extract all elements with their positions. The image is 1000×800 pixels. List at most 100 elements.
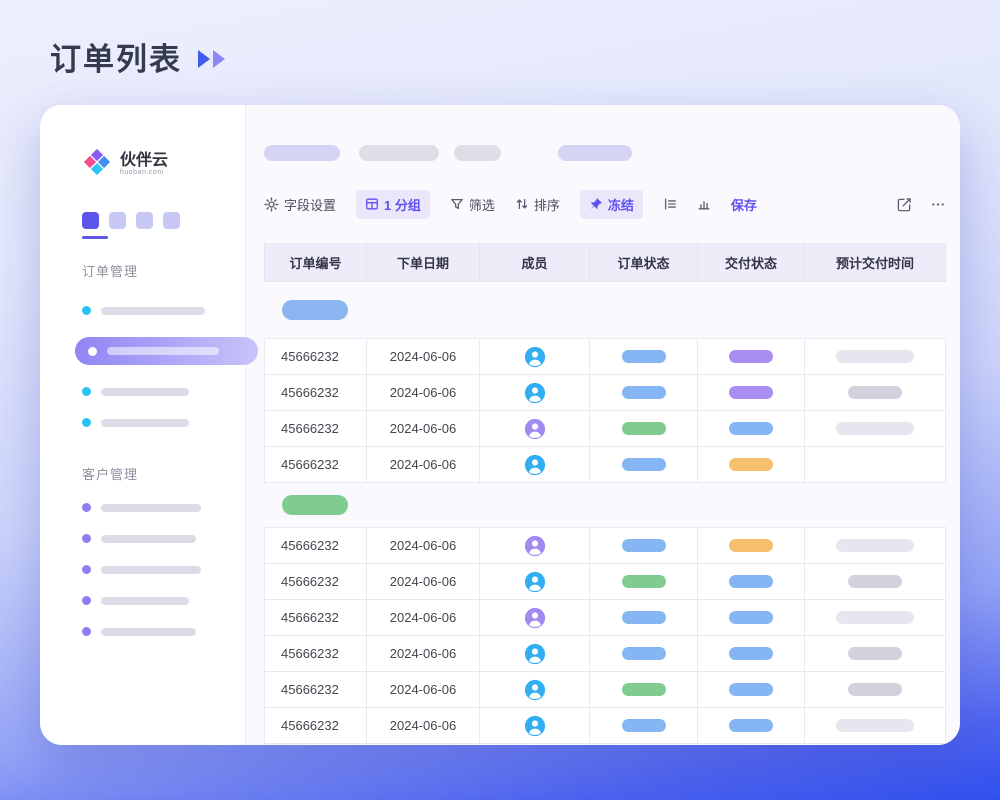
eta-pill — [836, 422, 914, 435]
column-header: 订单状态 — [590, 243, 698, 281]
more-button[interactable] — [930, 197, 946, 212]
table-row[interactable]: 456662322024-06-06 — [264, 600, 946, 636]
order-no-cell: 45666232 — [265, 528, 367, 563]
delivery-status-cell — [698, 447, 805, 482]
group-button[interactable]: 1 分组 — [356, 190, 430, 219]
filter-button[interactable]: 筛选 — [450, 195, 495, 214]
table-row[interactable]: 456662322024-06-06 — [264, 708, 946, 744]
row-height-button[interactable] — [663, 197, 677, 211]
member-cell — [480, 447, 590, 482]
delivery-status-pill — [729, 683, 773, 696]
sidebar-tab-1[interactable] — [82, 212, 99, 229]
order-status-pill — [622, 719, 666, 732]
member-avatar-icon — [524, 607, 546, 629]
delivery-status-pill — [729, 458, 773, 471]
table-row[interactable]: 456662322024-06-06 — [264, 564, 946, 600]
order-status-pill — [622, 611, 666, 624]
sort-button[interactable]: 排序 — [515, 195, 560, 214]
member-cell — [480, 411, 590, 446]
pin-icon — [589, 197, 603, 211]
table-header-row: 订单编号下单日期成员订单状态交付状态预计交付时间 — [264, 243, 946, 282]
app-window: 伙伴云 huoban.com 订单管理客户管理 字段设置 1 分组 筛选 排序 冻结 保存… — [40, 105, 960, 745]
eta-pill — [836, 539, 914, 552]
sidebar-section: 客户管理 — [82, 464, 245, 636]
toolbar-label: 冻结 — [608, 195, 634, 214]
bullet-dot — [82, 627, 91, 636]
rows-icon — [663, 197, 677, 211]
edit-button[interactable] — [897, 197, 912, 212]
date-cell: 2024-06-06 — [367, 339, 480, 374]
delivery-status-cell — [698, 564, 805, 599]
sort-icon — [515, 197, 529, 211]
sidebar-tab-3[interactable] — [136, 212, 153, 229]
order-status-cell — [590, 339, 698, 374]
order-no-cell: 45666232 — [265, 411, 367, 446]
table-row[interactable]: 456662322024-06-06 — [264, 528, 946, 564]
member-avatar-icon — [524, 571, 546, 593]
member-avatar-icon — [524, 382, 546, 404]
main-panel: 字段设置 1 分组 筛选 排序 冻结 保存 订单编号下单日期成员订单状态交付状态预计交付时… — [246, 105, 960, 745]
order-status-pill — [622, 575, 666, 588]
logo-icon — [82, 147, 112, 182]
sidebar-item[interactable] — [82, 387, 245, 396]
sidebar-item[interactable] — [82, 306, 245, 315]
table-row[interactable]: 456662322024-06-06 — [264, 672, 946, 708]
fast-forward-icon — [196, 48, 230, 70]
delivery-status-cell — [698, 528, 805, 563]
sidebar-sections: 订单管理客户管理 — [82, 261, 245, 636]
table-row[interactable]: 456662322024-06-06 — [264, 447, 946, 483]
sidebar-tab-4[interactable] — [163, 212, 180, 229]
delivery-status-cell — [698, 339, 805, 374]
funnel-icon — [450, 197, 464, 211]
eta-cell — [805, 447, 946, 482]
placeholder-pill — [454, 145, 501, 161]
member-cell — [480, 375, 590, 410]
order-no-cell: 45666232 — [265, 447, 367, 482]
column-header: 预计交付时间 — [805, 243, 946, 281]
save-button[interactable]: 保存 — [731, 195, 757, 214]
group-header-row[interactable] — [264, 483, 946, 527]
sidebar-item[interactable] — [82, 534, 245, 543]
sidebar-item[interactable] — [82, 565, 245, 574]
label-placeholder-bar — [101, 597, 189, 605]
sidebar-item-selected[interactable] — [75, 337, 258, 365]
member-avatar-icon — [524, 643, 546, 665]
table-row[interactable]: 456662322024-06-06 — [264, 339, 946, 375]
table-row[interactable]: 456662322024-06-06 — [264, 636, 946, 672]
sidebar-item[interactable] — [82, 418, 245, 427]
sidebar-item[interactable] — [82, 596, 245, 605]
freeze-button[interactable]: 冻结 — [580, 190, 643, 219]
chart-button[interactable] — [697, 197, 711, 211]
eta-cell — [805, 636, 946, 671]
toolbar: 字段设置 1 分组 筛选 排序 冻结 保存 — [264, 191, 946, 217]
order-status-cell — [590, 708, 698, 743]
date-cell: 2024-06-06 — [367, 672, 480, 707]
chart-icon — [697, 197, 711, 211]
bullet-dot — [82, 306, 91, 315]
group-rows: 456662322024-06-06456662322024-06-064566… — [264, 338, 946, 483]
date-cell: 2024-06-06 — [367, 528, 480, 563]
order-status-cell — [590, 672, 698, 707]
order-status-cell — [590, 600, 698, 635]
label-placeholder-bar — [101, 388, 189, 396]
group-header-row[interactable] — [264, 282, 946, 338]
orders-table: 订单编号下单日期成员订单状态交付状态预计交付时间 456662322024-06… — [264, 243, 946, 744]
group-label-pill — [282, 300, 348, 320]
logo-text: 伙伴云 huoban.com — [120, 152, 168, 177]
table-row[interactable]: 456662322024-06-06 — [264, 375, 946, 411]
group-label-pill — [282, 495, 348, 515]
sidebar-tab-2[interactable] — [109, 212, 126, 229]
eta-pill — [836, 350, 914, 363]
sidebar-item[interactable] — [82, 627, 245, 636]
table-row[interactable]: 456662322024-06-06 — [264, 411, 946, 447]
field-settings-button[interactable]: 字段设置 — [264, 195, 336, 214]
bullet-dot — [82, 565, 91, 574]
sidebar-tabs — [82, 212, 245, 229]
order-status-cell — [590, 528, 698, 563]
member-cell — [480, 564, 590, 599]
delivery-status-cell — [698, 636, 805, 671]
order-status-pill — [622, 647, 666, 660]
sidebar-item[interactable] — [82, 503, 245, 512]
column-header: 订单编号 — [265, 243, 367, 281]
member-avatar-icon — [524, 679, 546, 701]
